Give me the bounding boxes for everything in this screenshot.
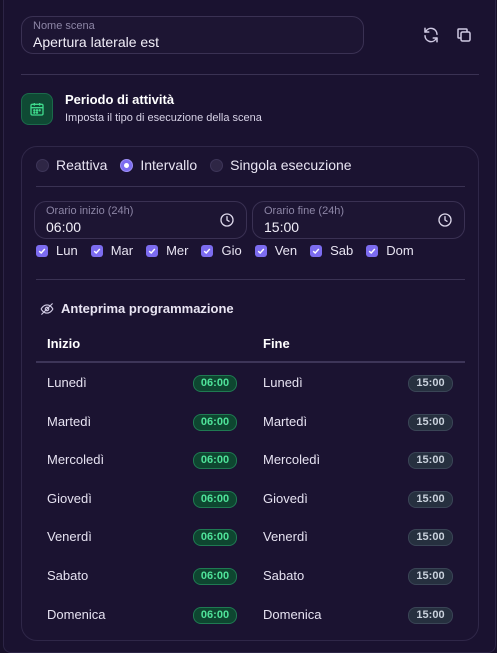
column-header-end: Fine: [263, 336, 290, 351]
day-label: Sab: [330, 243, 354, 258]
start-time-badge: 06:00: [193, 375, 237, 392]
radio-singola-esecuzione[interactable]: Singola esecuzione: [210, 157, 352, 173]
row-end-day: Lunedì: [263, 375, 303, 390]
day-checkbox-sab[interactable]: Sab: [310, 243, 353, 258]
end-time-label: Orario fine (24h): [264, 205, 345, 217]
day-label: Ven: [274, 243, 298, 258]
end-time-badge: 15:00: [408, 491, 453, 508]
copy-icon[interactable]: [455, 26, 473, 44]
mode-divider: [36, 186, 465, 187]
calendar-icon: [21, 93, 53, 125]
checkbox-checked[interactable]: [201, 244, 214, 257]
row-end-day: Mercoledì: [263, 452, 321, 467]
row-end-day: Martedì: [263, 414, 308, 429]
row-start-day: Sabato: [47, 568, 89, 583]
checkbox-checked[interactable]: [90, 244, 103, 257]
checkbox-checked[interactable]: [36, 244, 48, 257]
start-time-value[interactable]: 06:00: [46, 218, 235, 236]
start-time-label: Orario inizio (24h): [46, 205, 134, 217]
radio-label: Intervallo: [140, 157, 198, 173]
start-time-badge: 06:00: [193, 414, 237, 431]
row-start-day: Domenica: [47, 607, 106, 622]
end-time-badge: 15:00: [408, 452, 453, 469]
checkbox-checked[interactable]: [310, 244, 323, 257]
day-checkbox-dom[interactable]: Dom: [366, 243, 414, 258]
row-start-day: Venerdì: [47, 529, 92, 544]
checkbox-checked[interactable]: [146, 244, 159, 257]
row-end-day: Sabato: [263, 568, 305, 583]
day-label: Mar: [110, 243, 134, 258]
radio-dot[interactable]: [210, 158, 224, 172]
clock-icon[interactable]: [219, 212, 235, 228]
day-label: Gio: [221, 243, 242, 258]
radio-reattiva[interactable]: Reattiva: [36, 157, 107, 173]
end-time-badge: 15:00: [408, 568, 453, 585]
end-time-value[interactable]: 15:00: [264, 218, 453, 236]
section-title: Periodo di attività: [65, 92, 175, 107]
radio-label: Reattiva: [56, 157, 108, 173]
end-time-field[interactable]: Orario fine (24h) 15:00: [252, 201, 465, 239]
preview-title: Anteprima programmazione: [61, 301, 234, 316]
days-divider: [36, 279, 465, 280]
day-checkbox-mer[interactable]: Mer: [146, 243, 188, 258]
day-checkbox-gio[interactable]: Gio: [201, 243, 242, 258]
section-subtitle: Imposta il tipo di esecuzione della scen…: [65, 112, 262, 124]
eye-off-icon: [40, 302, 54, 315]
checkbox-checked[interactable]: [366, 244, 379, 257]
row-end-day: Giovedì: [263, 491, 308, 506]
row-start-day: Lunedì: [47, 375, 87, 390]
refresh-icon[interactable]: [422, 26, 440, 44]
column-header-start: Inizio: [47, 336, 81, 351]
day-label: Lun: [56, 243, 78, 258]
day-label: Mer: [166, 243, 189, 258]
radio-dot[interactable]: [36, 158, 49, 172]
header-divider: [21, 74, 479, 75]
end-time-badge: 15:00: [408, 414, 453, 431]
end-time-badge: 15:00: [408, 375, 453, 392]
row-start-day: Martedì: [47, 414, 92, 429]
start-time-badge: 06:00: [193, 452, 237, 469]
clock-icon[interactable]: [437, 212, 453, 228]
radio-intervallo[interactable]: Intervallo: [120, 157, 197, 173]
day-checkbox-mar[interactable]: Mar: [90, 243, 134, 258]
row-end-day: Venerdì: [263, 529, 308, 544]
day-checkbox-ven[interactable]: Ven: [254, 243, 298, 258]
scene-name-value[interactable]: Apertura laterale est: [33, 33, 352, 51]
end-time-badge: 15:00: [408, 607, 453, 624]
row-start-day: Mercoledì: [47, 452, 105, 467]
radio-dot-selected[interactable]: [120, 158, 134, 172]
execution-mode-group: Reattiva Intervallo Singola esecuzione: [36, 157, 365, 173]
end-time-badge: 15:00: [408, 529, 453, 546]
row-end-day: Domenica: [263, 607, 322, 622]
preview-header: Anteprima programmazione: [40, 301, 234, 316]
weekday-selector: Lun Mar Mer Gio Ven Sab Dom: [36, 243, 427, 258]
table-header-divider: [36, 361, 465, 363]
start-time-badge: 06:00: [193, 607, 237, 624]
row-start-day: Giovedì: [47, 491, 92, 506]
scene-name-label: Nome scena: [33, 20, 95, 32]
start-time-field[interactable]: Orario inizio (24h) 06:00: [34, 201, 247, 239]
day-label: Dom: [386, 243, 414, 258]
scene-name-field[interactable]: Nome scena Apertura laterale est: [21, 16, 364, 54]
checkbox-checked[interactable]: [254, 244, 267, 257]
day-checkbox-lun[interactable]: Lun: [36, 243, 78, 258]
start-time-badge: 06:00: [193, 568, 237, 585]
start-time-badge: 06:00: [193, 529, 237, 546]
start-time-badge: 06:00: [193, 491, 237, 508]
radio-label: Singola esecuzione: [230, 157, 352, 173]
